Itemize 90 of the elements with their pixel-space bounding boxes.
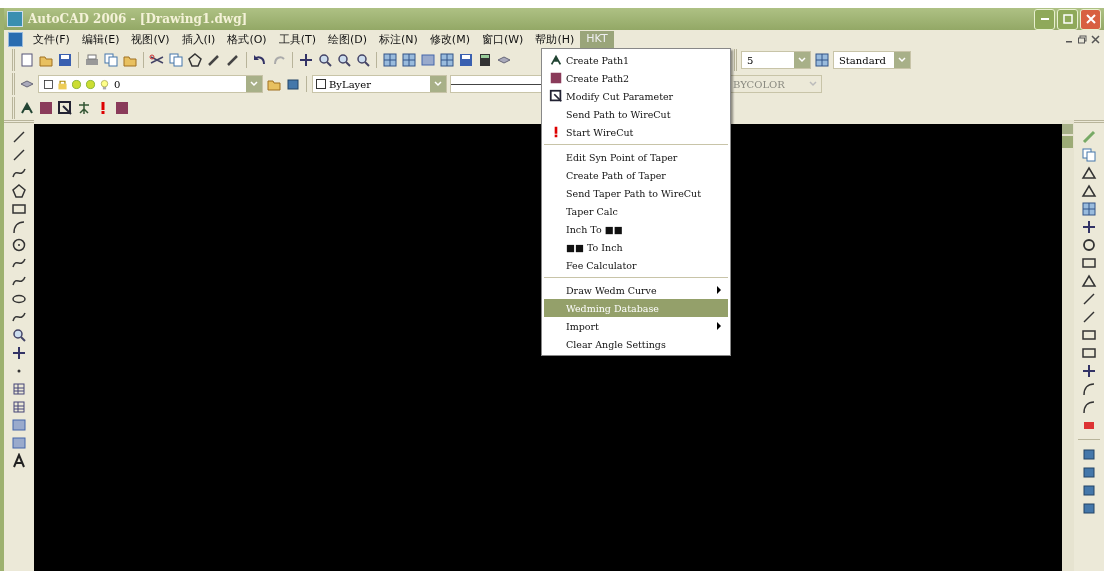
color-swatch bbox=[316, 79, 326, 89]
line-icon[interactable] bbox=[1081, 291, 1097, 307]
magnifier-icon[interactable] bbox=[336, 52, 352, 68]
menu-item[interactable]: Create Path1 bbox=[544, 51, 728, 69]
letter-a-icon[interactable] bbox=[11, 453, 27, 469]
dropdown-field[interactable]: 5 bbox=[741, 51, 811, 69]
menu-item[interactable]: 视图(V) bbox=[125, 30, 176, 48]
menu-item[interactable]: 标注(N) bbox=[373, 30, 424, 48]
rectangle-icon[interactable] bbox=[11, 201, 27, 217]
menu-item[interactable]: 插入(I) bbox=[175, 30, 222, 48]
save-icon[interactable] bbox=[57, 52, 73, 68]
circle-icon[interactable] bbox=[11, 237, 27, 253]
dropdown-field[interactable]: Standard bbox=[833, 51, 911, 69]
rectangle-icon[interactable] bbox=[1081, 345, 1097, 361]
menu-item[interactable]: 工具(T) bbox=[272, 30, 322, 48]
pencil-icon[interactable] bbox=[225, 52, 241, 68]
rectangle-icon[interactable] bbox=[1081, 255, 1097, 271]
square-icon[interactable] bbox=[549, 71, 563, 85]
dropdown-field[interactable]: 0 bbox=[38, 75, 263, 93]
calculator-icon[interactable] bbox=[477, 52, 493, 68]
dropdown-field[interactable]: ByLayer bbox=[312, 75, 447, 93]
square-icon[interactable] bbox=[114, 100, 130, 116]
close-button[interactable] bbox=[1080, 8, 1101, 30]
menu-item[interactable]: 编辑(E) bbox=[75, 30, 126, 48]
line-icon[interactable] bbox=[11, 147, 27, 163]
scroll-thumb[interactable] bbox=[1062, 136, 1073, 148]
grid-icon[interactable] bbox=[1081, 201, 1097, 217]
menu-item[interactable]: Send Taper Path to WireCut bbox=[544, 184, 728, 202]
menu-item[interactable]: ■■ To Inch bbox=[544, 238, 728, 256]
menu-item[interactable]: Draw Wedm Curve bbox=[544, 281, 728, 299]
new-file-icon[interactable] bbox=[19, 52, 35, 68]
move-icon[interactable] bbox=[298, 52, 314, 68]
menu-item[interactable]: 窗口(W) bbox=[475, 30, 530, 48]
move-icon[interactable] bbox=[1081, 219, 1097, 235]
line-icon[interactable] bbox=[1081, 309, 1097, 325]
minimize-button[interactable] bbox=[1034, 8, 1055, 30]
grid-icon[interactable] bbox=[439, 52, 455, 68]
polygon-icon[interactable] bbox=[187, 52, 203, 68]
printer-icon[interactable] bbox=[84, 52, 100, 68]
minimize-icon bbox=[1040, 18, 1049, 20]
grid-icon[interactable] bbox=[382, 52, 398, 68]
menu-item[interactable]: 绘图(D) bbox=[321, 30, 374, 48]
menu-item[interactable]: Create Path of Taper bbox=[544, 166, 728, 184]
menu-item[interactable]: 帮助(H) bbox=[529, 30, 581, 48]
copy-icon[interactable] bbox=[103, 52, 119, 68]
polygon-icon[interactable] bbox=[11, 183, 27, 199]
restore-icon[interactable] bbox=[1078, 34, 1087, 44]
move-icon[interactable] bbox=[11, 345, 27, 361]
save-icon[interactable] bbox=[458, 52, 474, 68]
drawing-area[interactable] bbox=[34, 124, 1062, 571]
menu-item[interactable]: Fee Calculator bbox=[544, 256, 728, 274]
menu-item[interactable]: 格式(O) bbox=[221, 30, 273, 48]
square-icon[interactable] bbox=[38, 100, 54, 116]
menu-item[interactable]: Create Path2 bbox=[544, 69, 728, 87]
table-icon[interactable] bbox=[420, 52, 436, 68]
menu-item[interactable]: Import bbox=[544, 317, 728, 335]
menu-item[interactable]: Clear Angle Settings bbox=[544, 335, 728, 353]
menu-item[interactable]: Modify Cut Parameter bbox=[544, 87, 728, 105]
menu-item[interactable]: Start WireCut bbox=[544, 123, 728, 141]
app-icon bbox=[7, 11, 23, 27]
triangle-icon[interactable] bbox=[1081, 183, 1097, 199]
menu-item[interactable]: Send Path to WireCut bbox=[544, 105, 728, 123]
magnifier-icon[interactable] bbox=[317, 52, 333, 68]
magnifier-icon[interactable] bbox=[355, 52, 371, 68]
table-icon[interactable] bbox=[11, 417, 27, 433]
maximize-icon bbox=[1062, 14, 1073, 24]
pencil-icon[interactable] bbox=[206, 52, 222, 68]
menu-item[interactable]: Edit Syn Point of Taper bbox=[544, 148, 728, 166]
cursor-frame-icon[interactable] bbox=[549, 89, 563, 103]
arc-icon[interactable] bbox=[1081, 381, 1097, 397]
menu-item[interactable]: 修改(M) bbox=[423, 30, 476, 48]
arc-icon[interactable] bbox=[1081, 399, 1097, 415]
close-icon[interactable] bbox=[1091, 34, 1100, 44]
document-icon[interactable] bbox=[8, 31, 23, 47]
triangle-icon[interactable] bbox=[1081, 273, 1097, 289]
magnifier-icon[interactable] bbox=[11, 327, 27, 343]
square-icon[interactable] bbox=[42, 77, 55, 91]
close-icon bbox=[1085, 14, 1096, 24]
triangle-icon[interactable] bbox=[1081, 165, 1097, 181]
menu-item[interactable]: Inch To ■■ bbox=[544, 220, 728, 238]
menu-item[interactable]: Taper Calc bbox=[544, 202, 728, 220]
cursor-frame-icon[interactable] bbox=[57, 100, 73, 116]
window-title: AutoCAD 2006 - [Drawing1.dwg] bbox=[28, 12, 248, 26]
grid-icon[interactable] bbox=[814, 52, 830, 68]
rectangle-icon[interactable] bbox=[1081, 327, 1097, 343]
move-icon[interactable] bbox=[1081, 363, 1097, 379]
arc-icon[interactable] bbox=[11, 219, 27, 235]
line-icon[interactable] bbox=[11, 129, 27, 145]
menu-item[interactable]: 文件(F) bbox=[27, 30, 76, 48]
grid-icon[interactable] bbox=[401, 52, 417, 68]
